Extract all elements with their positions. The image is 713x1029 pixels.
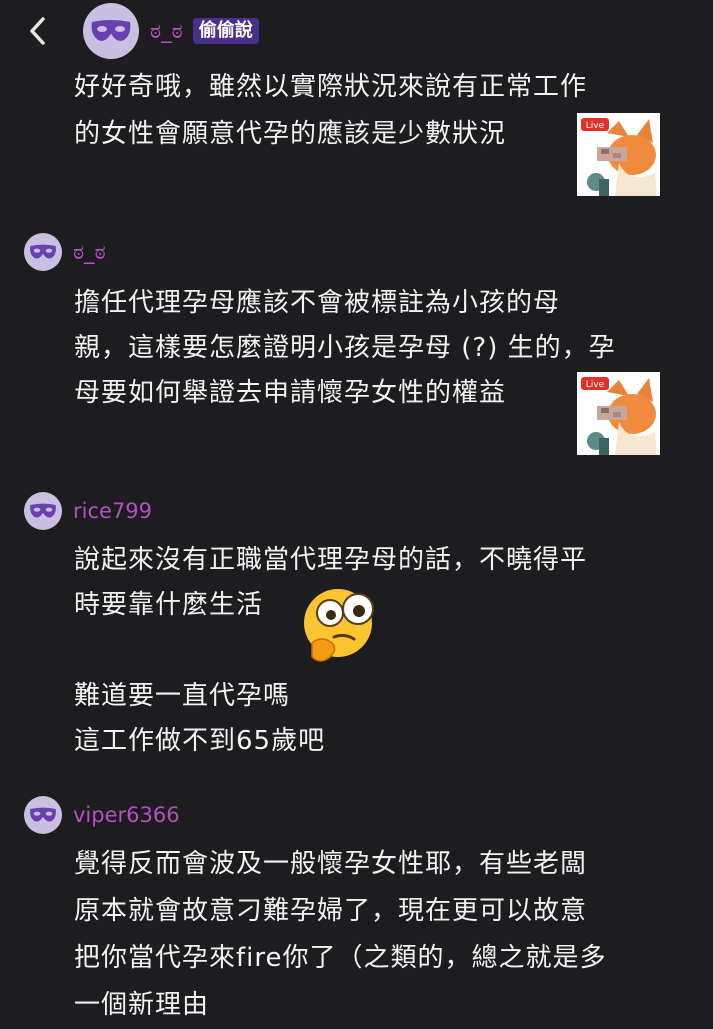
comment-author[interactable]: rice799 (73, 499, 152, 523)
text-line: 擔任代理孕母應該不會被標註為小孩的母 (74, 288, 561, 318)
comment-header: ಠ_ಠ (24, 233, 106, 271)
comment-header: viper6366 (24, 796, 180, 834)
avatar[interactable] (24, 492, 62, 530)
avatar[interactable] (24, 796, 62, 834)
comment-body: 覺得反而會波及一般懷孕女性耶，有些老闆 原本就會故意刁難孕婦了，現在更可以故意 … (74, 841, 607, 1029)
board-badge[interactable]: 偷偷說 (192, 18, 259, 44)
comment-header: rice799 (24, 492, 152, 530)
text-line: 說起來沒有正職當代理孕母的話，不曉得平 (74, 545, 588, 575)
text-line: 原本就會故意刁難孕婦了，現在更可以故意 (74, 896, 588, 926)
post-body: 好好奇哦，雖然以實際狀況來說有正常工作 的女性會願意代孕的應該是少數狀況 (74, 64, 587, 158)
author-name[interactable]: ಠ_ಠ (150, 19, 183, 44)
comment-author[interactable]: ಠ_ಠ (73, 240, 106, 265)
thinking-face-emoji (298, 585, 380, 662)
mask-icon (91, 20, 131, 41)
comment-author[interactable]: viper6366 (73, 803, 180, 827)
text-line: 把你當代孕來fire你了（之類的，總之就是多 (74, 943, 607, 973)
post-author: ಠ_ಠ 偷偷說 (150, 17, 259, 45)
comment-body-continued: 難道要一直代孕嗎 這工作做不到65歲吧 (74, 674, 325, 764)
mask-icon (30, 503, 56, 518)
back-button[interactable] (22, 14, 52, 48)
comment-body: 擔任代理孕母應該不會被標註為小孩的母 親，這樣要怎麼證明小孩是孕母 (?) 生的… (74, 281, 616, 416)
text-line: 這工作做不到65歲吧 (74, 726, 326, 756)
text-line: 難道要一直代孕嗎 (74, 681, 291, 711)
svg-text:Live: Live (586, 380, 605, 390)
text-line: 好好奇哦，雖然以實際狀況來說有正常工作 (74, 72, 588, 102)
svg-text:Live: Live (586, 121, 605, 131)
text-line: 覺得反而會波及一般懷孕女性耶，有些老闆 (74, 849, 588, 879)
text-line: 母要如何舉證去申請懷孕女性的權益 (74, 378, 507, 408)
text-line: 的女性會願意代孕的應該是少數狀況 (74, 119, 507, 149)
text-line: 親，這樣要怎麼證明小孩是孕母 (?) 生的，孕 (74, 333, 616, 363)
avatar[interactable] (83, 3, 139, 59)
chevron-left-icon (30, 17, 45, 45)
live-fox-sticker: Live (577, 372, 660, 455)
live-fox-sticker: Live (577, 113, 660, 196)
mask-icon (30, 244, 56, 259)
avatar[interactable] (24, 233, 62, 271)
mask-icon (30, 807, 56, 822)
text-line: 一個新理由 (74, 990, 210, 1020)
